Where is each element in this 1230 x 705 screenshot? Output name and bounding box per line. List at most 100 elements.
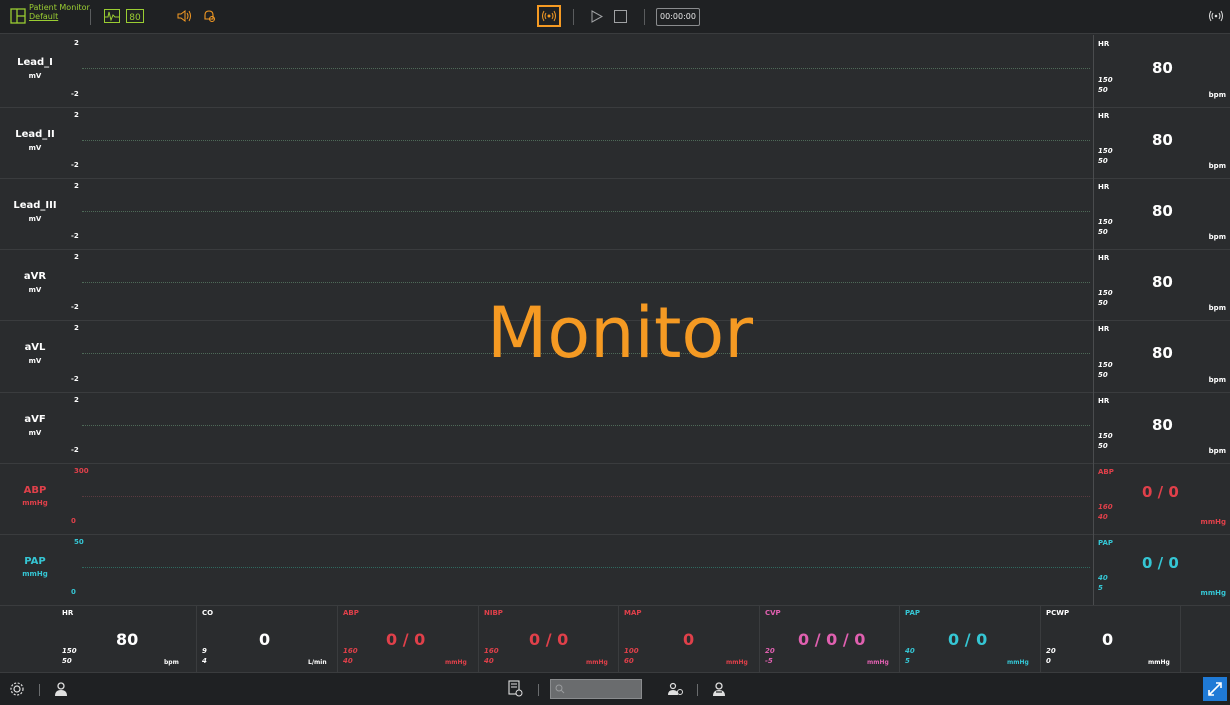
waveform-label[interactable]: ABP xyxy=(0,485,70,496)
numeric-unit: mmHg xyxy=(1200,589,1226,597)
search-input[interactable] xyxy=(550,679,642,699)
sign-icon[interactable] xyxy=(668,682,684,696)
doctor-icon[interactable] xyxy=(712,681,726,697)
report-icon[interactable] xyxy=(508,680,523,697)
numeric-unit: bpm xyxy=(1208,162,1226,170)
waveform-row: 2 Lead_II mV -2 HR 150 50 80 bpm xyxy=(0,107,1230,179)
divider xyxy=(759,606,760,672)
alarm-low: 5 xyxy=(1098,584,1103,592)
alarm-high: 160 xyxy=(1098,503,1113,511)
record-button[interactable] xyxy=(537,5,561,27)
numeric-label: HR xyxy=(1098,254,1110,262)
waveform-label[interactable]: PAP xyxy=(0,556,70,567)
parameter-value: 0 xyxy=(683,630,695,649)
alarm-low: 50 xyxy=(1098,86,1108,94)
numeric-value: 0 / 0 xyxy=(1142,483,1179,501)
waveform-label[interactable]: aVL xyxy=(0,342,70,353)
stop-icon[interactable] xyxy=(614,10,627,23)
divider xyxy=(1040,606,1041,672)
parameter-tile[interactable]: ABP 0 / 0 160 40 mmHg xyxy=(343,606,483,672)
parameter-value: 0 / 0 xyxy=(948,630,988,649)
layout-grid-icon[interactable] xyxy=(10,8,26,24)
scale-max: 2 xyxy=(74,39,79,47)
alarm-bell-icon[interactable] xyxy=(202,9,216,23)
parameter-label: CO xyxy=(202,609,214,617)
expand-button[interactable] xyxy=(1203,677,1227,701)
alarm-high: 150 xyxy=(1098,147,1113,155)
parameter-tile[interactable]: PCWP 0 20 0 mmHg xyxy=(1046,606,1186,672)
waveform-icon[interactable] xyxy=(104,9,120,23)
divider xyxy=(39,684,40,696)
alarm-low: 40 xyxy=(484,657,494,665)
scale-min: -2 xyxy=(71,161,79,169)
parameter-tile[interactable]: PAP 0 / 0 40 5 mmHg xyxy=(905,606,1045,672)
alarm-high: 20 xyxy=(1046,647,1056,655)
alarm-low: 40 xyxy=(1098,513,1108,521)
divider xyxy=(1093,107,1094,178)
alarm-high: 9 xyxy=(202,647,207,655)
alarm-high: 150 xyxy=(62,647,77,655)
numeric-value: 80 xyxy=(1152,344,1173,362)
top-toolbar: Patient Monitor Default 80 00:00:00 xyxy=(0,0,1230,34)
numeric-value: 0 / 0 xyxy=(1142,554,1179,572)
waveform-trace xyxy=(82,425,1090,426)
waveform-unit: mV xyxy=(28,72,42,80)
play-icon[interactable] xyxy=(591,10,603,23)
waveform-label[interactable]: Lead_III xyxy=(0,200,70,211)
app-title: Patient Monitor xyxy=(29,3,90,12)
scale-min: 0 xyxy=(71,588,76,596)
parameter-unit: mmHg xyxy=(726,659,748,666)
numeric-display-icon[interactable]: 80 xyxy=(126,9,144,23)
scale-max: 2 xyxy=(74,111,79,119)
alarm-low: 50 xyxy=(1098,228,1108,236)
parameter-tile[interactable]: NIBP 0 / 0 160 40 mmHg xyxy=(484,606,624,672)
numeric-unit: bpm xyxy=(1208,91,1226,99)
waveform-label[interactable]: aVR xyxy=(0,271,70,282)
patient-icon[interactable] xyxy=(54,681,68,697)
alarm-high: 150 xyxy=(1098,432,1113,440)
scale-max: 50 xyxy=(74,538,84,546)
divider xyxy=(1093,392,1094,463)
scale-min: -2 xyxy=(71,446,79,454)
speaker-icon[interactable] xyxy=(176,9,192,23)
waveform-unit: mmHg xyxy=(22,499,48,507)
waveform-trace xyxy=(82,68,1090,69)
parameter-unit: L/min xyxy=(308,659,327,666)
numeric-label: PAP xyxy=(1098,539,1114,547)
parameter-tile[interactable]: CVP 0 / 0 / 0 20 -5 mmHg xyxy=(765,606,905,672)
app-title-block[interactable]: Patient Monitor Default xyxy=(29,3,90,21)
signal-icon[interactable] xyxy=(1208,9,1224,23)
waveform-label[interactable]: Lead_I xyxy=(0,57,70,68)
svg-text:80: 80 xyxy=(129,13,141,23)
alarm-low: 0 xyxy=(1046,657,1051,665)
waveform-label[interactable]: aVF xyxy=(0,414,70,425)
parameter-tile[interactable]: HR 80 150 50 bpm xyxy=(62,606,202,672)
parameter-label: NIBP xyxy=(484,609,503,617)
scale-min: -2 xyxy=(71,232,79,240)
waveform-row: 2 Lead_I mV -2 HR 150 50 80 bpm xyxy=(0,35,1230,108)
divider xyxy=(618,606,619,672)
alarm-low: 50 xyxy=(1098,299,1108,307)
parameter-value: 0 / 0 / 0 xyxy=(798,630,866,649)
alarm-low: 50 xyxy=(1098,371,1108,379)
scale-max: 2 xyxy=(74,253,79,261)
waveform-unit: mV xyxy=(28,429,42,437)
parameter-label: PAP xyxy=(905,609,921,617)
waveform-label[interactable]: Lead_II xyxy=(0,129,70,140)
divider xyxy=(899,606,900,672)
numeric-label: HR xyxy=(1098,397,1110,405)
parameter-tile[interactable]: MAP 0 100 60 mmHg xyxy=(624,606,764,672)
divider xyxy=(90,9,91,25)
parameter-tile[interactable]: CO 0 9 4 L/min xyxy=(202,606,342,672)
scale-max: 2 xyxy=(74,396,79,404)
gear-icon[interactable] xyxy=(9,681,25,697)
expand-icon xyxy=(1208,682,1222,696)
numeric-label: HR xyxy=(1098,40,1110,48)
numeric-unit: bpm xyxy=(1208,233,1226,241)
divider xyxy=(1093,320,1094,392)
waveform-trace xyxy=(82,140,1090,141)
parameter-unit: bpm xyxy=(164,659,179,666)
scale-max: 300 xyxy=(74,467,89,475)
numeric-label: ABP xyxy=(1098,468,1114,476)
parameter-unit: mmHg xyxy=(586,659,608,666)
